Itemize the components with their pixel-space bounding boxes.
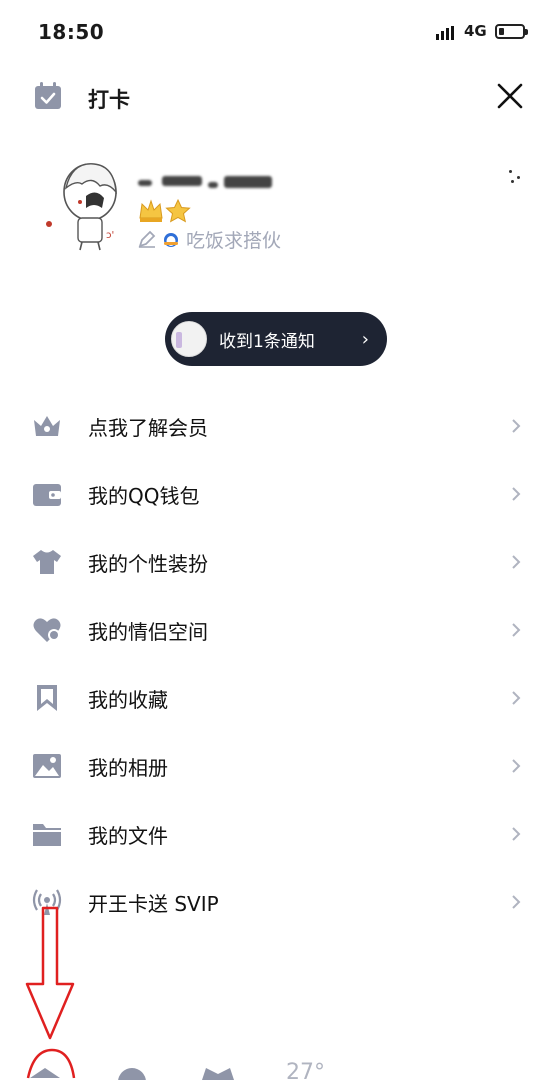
edit-pencil-icon[interactable] [138,230,156,248]
chevron-right-icon [512,827,521,841]
close-icon[interactable] [494,80,526,112]
photo-icon [33,754,61,778]
menu-item-label: 我的相册 [88,756,168,780]
menu-item-label: 我的文件 [88,824,168,848]
penguin-status-icon [164,233,178,247]
signature-row[interactable]: 吃饭求搭伙 [138,226,281,252]
more-options-icon[interactable] [505,166,525,186]
chevron-right-icon: › [361,328,369,350]
battery-icon [495,24,528,39]
menu-item-wallet[interactable]: 我的QQ钱包 [0,460,554,528]
crown-badge-icon [139,198,191,223]
account-icon[interactable] [202,1068,234,1080]
chevron-right-icon [512,895,521,909]
status-text: 吃饭求搭伙 [186,229,282,252]
bookmark-icon [37,685,57,711]
menu-item-couple-space[interactable]: 我的情侣空间 [0,596,554,664]
menu-item-label: 我的收藏 [88,688,168,712]
avatar[interactable]: ↄ' [42,152,132,252]
cellular-signal-icon [436,26,458,40]
chevron-right-icon [512,623,521,637]
heart-icon [33,618,61,642]
menu-item-vip[interactable]: 点我了解会员 [0,392,554,460]
chevron-right-icon [512,555,521,569]
folder-icon [33,824,61,846]
calendar-check-icon[interactable] [34,82,62,110]
notification-button[interactable]: 收到1条通知 › [165,312,387,366]
vip-crown-icon [34,416,60,436]
chevron-right-icon [512,759,521,773]
night-mode-icon[interactable] [118,1068,146,1080]
menu-item-files[interactable]: 我的文件 [0,800,554,868]
notification-text: 收到1条通知 [219,331,315,352]
weather-temperature[interactable]: 27° [286,1060,325,1085]
bottom-tab-bar [30,1068,234,1080]
annotation-arrow [25,906,76,1079]
wallet-icon [33,484,61,506]
status-time: 18:50 [38,20,105,44]
menu-item-theme[interactable]: 我的个性装扮 [0,528,554,596]
menu-item-album[interactable]: 我的相册 [0,732,554,800]
chevron-right-icon [512,691,521,705]
svg-text:ↄ': ↄ' [106,230,114,241]
chevron-right-icon [512,487,521,501]
menu-item-label: 开王卡送 SVIP [88,892,219,916]
level-badges [138,198,192,226]
tshirt-icon [33,550,61,574]
network-type: 4G [464,22,487,40]
nickname-obscured [136,170,286,194]
chevron-right-icon [512,419,521,433]
menu-item-king-card[interactable]: 开王卡送 SVIP [0,868,554,936]
notification-avatar [171,321,207,357]
menu-item-label: 我的QQ钱包 [88,484,200,508]
menu-item-favorites[interactable]: 我的收藏 [0,664,554,732]
menu-item-label: 我的个性装扮 [88,552,208,576]
checkin-label[interactable]: 打卡 [88,84,130,114]
menu-item-label: 点我了解会员 [88,416,208,440]
menu-item-label: 我的情侣空间 [88,620,208,644]
